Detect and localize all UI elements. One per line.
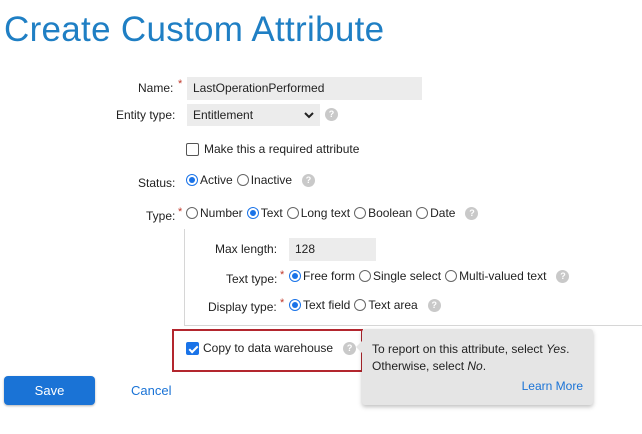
text-type-single-select-label: Single select <box>373 269 442 283</box>
status-inactive-radio[interactable] <box>236 174 249 186</box>
status-option-active[interactable]: Active <box>186 173 233 187</box>
help-icon[interactable]: ? <box>427 298 441 312</box>
type-option-date[interactable]: Date <box>416 206 455 220</box>
display-type-text-area-label: Text area <box>368 298 418 312</box>
type-text-radio[interactable] <box>246 207 259 219</box>
type-date-label: Date <box>430 206 456 220</box>
type-boolean-radio[interactable] <box>354 207 367 219</box>
display-type-option-text-field[interactable]: Text field <box>289 298 350 312</box>
display-type-text-field-radio[interactable] <box>289 299 301 311</box>
display-type-text-area-radio[interactable] <box>354 299 367 311</box>
status-inactive-label: Inactive <box>250 173 293 187</box>
required-attribute-checkbox[interactable] <box>186 142 199 156</box>
save-button[interactable]: Save <box>4 376 95 405</box>
text-type-option-free-form[interactable]: Free form <box>289 269 355 283</box>
text-type-single-select-radio[interactable] <box>359 270 372 282</box>
display-type-required-mark: * <box>280 297 285 309</box>
copy-to-warehouse-checkbox[interactable] <box>186 341 199 355</box>
tooltip-line-2: Otherwise, select No. <box>372 359 487 373</box>
name-required-mark: * <box>178 78 183 90</box>
text-type-option-single-select[interactable]: Single select <box>359 269 441 283</box>
help-icon[interactable]: ? <box>343 341 357 355</box>
text-type-multi-valued-label: Multi-valued text <box>459 269 547 283</box>
max-length-label: Max length: <box>215 242 278 256</box>
type-long-text-radio[interactable] <box>286 207 299 219</box>
required-attribute-label: Make this a required attribute <box>204 142 360 156</box>
status-label: Status: <box>138 176 176 190</box>
type-required-mark: * <box>178 206 183 218</box>
help-icon[interactable]: ? <box>302 173 316 187</box>
type-label: Type: <box>146 209 176 223</box>
learn-more-link[interactable]: Learn More <box>522 378 583 395</box>
help-tooltip: To report on this attribute, select Yes.… <box>356 329 593 405</box>
text-type-label: Text type: <box>226 272 278 286</box>
status-active-label: Active <box>200 173 233 187</box>
entity-type-select[interactable]: Entitlement <box>187 104 320 126</box>
type-option-text[interactable]: Text <box>246 206 283 220</box>
text-type-free-form-radio[interactable] <box>289 270 301 282</box>
copy-to-warehouse-label: Copy to data warehouse <box>203 341 334 355</box>
display-type-option-text-area[interactable]: Text area <box>354 298 418 312</box>
help-icon[interactable]: ? <box>465 206 479 220</box>
name-input[interactable]: LastOperationPerformed <box>187 77 422 100</box>
type-number-radio[interactable] <box>186 207 198 219</box>
type-option-boolean[interactable]: Boolean <box>354 206 412 220</box>
status-option-inactive[interactable]: Inactive <box>236 173 293 187</box>
type-text-label: Text <box>260 206 283 220</box>
tooltip-line-1: To report on this attribute, select Yes. <box>372 342 570 356</box>
type-option-long-text[interactable]: Long text <box>286 206 351 220</box>
name-label: Name: <box>138 81 174 95</box>
display-type-text-field-label: Text field <box>303 298 351 312</box>
text-type-option-multi-valued[interactable]: Multi-valued text <box>445 269 546 283</box>
type-option-number[interactable]: Number <box>186 206 243 220</box>
type-number-label: Number <box>200 206 243 220</box>
entity-type-value: Entitlement <box>193 108 254 122</box>
status-active-radio[interactable] <box>186 174 198 186</box>
entity-type-label: Entity type: <box>116 108 176 122</box>
help-icon[interactable]: ? <box>556 269 570 283</box>
max-length-input[interactable]: 128 <box>289 238 376 261</box>
text-type-free-form-label: Free form <box>303 269 356 283</box>
text-type-required-mark: * <box>280 269 285 281</box>
type-date-radio[interactable] <box>416 207 429 219</box>
cancel-link[interactable]: Cancel <box>131 383 171 398</box>
help-icon[interactable]: ? <box>325 108 338 121</box>
type-boolean-label: Boolean <box>368 206 413 220</box>
type-long-text-label: Long text <box>300 206 351 220</box>
text-type-multi-valued-radio[interactable] <box>445 270 458 282</box>
display-type-label: Display type: <box>208 300 277 314</box>
chevron-down-icon <box>304 111 314 118</box>
page-title: Create Custom Attribute <box>4 10 385 49</box>
